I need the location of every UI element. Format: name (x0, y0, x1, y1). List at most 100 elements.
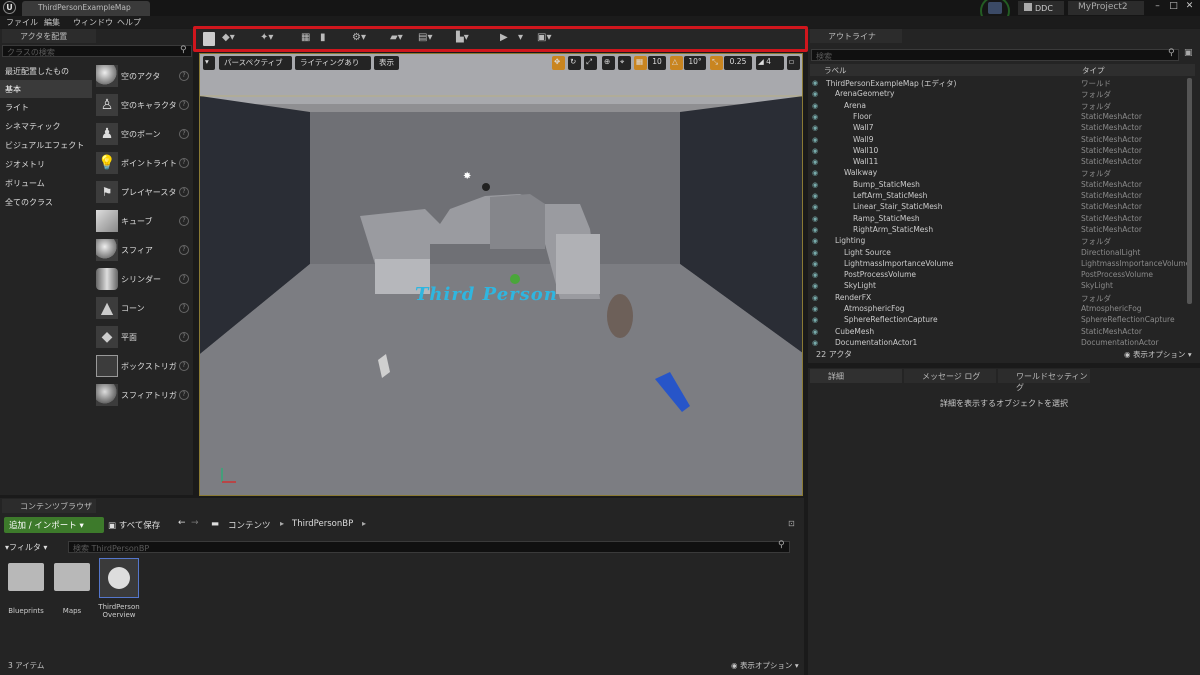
minimize-button[interactable]: – (1150, 1, 1165, 13)
world-local-icon[interactable]: ⊕ (602, 56, 615, 70)
asset-blueprints[interactable]: Blueprints (4, 607, 48, 615)
help-icon[interactable]: ? (179, 303, 189, 313)
visibility-eye-icon[interactable]: ◉ (812, 90, 818, 98)
breadcrumb-thirdpersonbp[interactable]: ThirdPersonBP (292, 519, 353, 529)
translate-tool-icon[interactable]: ✥ (552, 56, 565, 70)
asset-thirdperson-overview[interactable]: ThirdPerson Overview (97, 603, 141, 619)
outliner-row[interactable]: ◉ ArenaGeometry フォルダ (812, 89, 1194, 100)
category-volumes[interactable]: ボリューム (0, 174, 92, 192)
content-view-options[interactable]: ◉ 表示オプション ▾ (731, 660, 799, 671)
visibility-eye-icon[interactable]: ◉ (812, 215, 818, 223)
rotation-snap-icon[interactable]: △ (670, 56, 683, 70)
visibility-eye-icon[interactable]: ◉ (812, 237, 818, 245)
outliner-row[interactable]: ◉ Floor StaticMeshActor (812, 112, 1194, 123)
visibility-eye-icon[interactable]: ◉ (812, 102, 818, 110)
visibility-eye-icon[interactable]: ◉ (812, 282, 818, 290)
outliner-row[interactable]: ◉ RightArm_StaticMesh StaticMeshActor (812, 225, 1194, 236)
maximize-button[interactable]: □ (1166, 1, 1181, 13)
visibility-eye-icon[interactable]: ◉ (812, 136, 818, 144)
visibility-eye-icon[interactable]: ◉ (812, 79, 818, 87)
visibility-eye-icon[interactable]: ◉ (812, 147, 818, 155)
scale-snap-icon[interactable]: ⤡ (710, 56, 723, 70)
grid-snap-value[interactable]: 10 (648, 56, 666, 70)
forward-icon[interactable]: → (191, 518, 199, 528)
outliner-row[interactable]: ◉ RenderFX フォルダ (812, 293, 1194, 304)
outliner-view-options[interactable]: ◉ 表示オプション ▾ (1124, 349, 1192, 360)
perspective-button[interactable]: パースペクティブ (219, 56, 292, 70)
visibility-eye-icon[interactable]: ◉ (812, 339, 818, 347)
menu-edit[interactable]: 編集 (44, 17, 60, 28)
visibility-eye-icon[interactable]: ◉ (812, 294, 818, 302)
outliner-row[interactable]: ◉ Ramp_StaticMesh StaticMeshActor (812, 214, 1194, 225)
help-icon[interactable]: ? (179, 129, 189, 139)
close-button[interactable]: ✕ (1182, 1, 1197, 13)
content-search-input[interactable]: 検索 ThirdPersonBP (68, 541, 790, 553)
outliner-row[interactable]: ◉ Walkway フォルダ (812, 168, 1194, 179)
help-icon[interactable]: ? (179, 100, 189, 110)
ddc-indicator[interactable]: DDC (1018, 1, 1064, 15)
visibility-eye-icon[interactable]: ◉ (812, 203, 818, 211)
rotate-tool-icon[interactable]: ↻ (568, 56, 581, 70)
outliner-scrollbar[interactable] (1187, 78, 1192, 304)
tab-details[interactable]: 詳細 (810, 369, 902, 383)
scale-snap-value[interactable]: 0.25 (724, 56, 752, 70)
category-visual-effects[interactable]: ビジュアルエフェクト (0, 136, 92, 154)
visibility-eye-icon[interactable]: ◉ (812, 181, 818, 189)
category-basic[interactable]: 基本 (0, 80, 92, 98)
actor-point-light[interactable]: 💡 ポイントライト? (94, 150, 192, 179)
column-label-header[interactable]: ラベル (824, 65, 847, 76)
help-icon[interactable]: ? (179, 187, 189, 197)
category-all-classes[interactable]: 全てのクラス (0, 193, 92, 211)
breadcrumb-content[interactable]: コンテンツ (228, 519, 271, 531)
outliner-row[interactable]: ◉ Wall10 StaticMeshActor (812, 146, 1194, 157)
outliner-row[interactable]: ◉ DocumentationActor1 DocumentationActor (812, 338, 1194, 349)
scale-tool-icon[interactable]: ⤢ (584, 56, 597, 70)
category-geometry[interactable]: ジオメトリ (0, 155, 92, 173)
visibility-eye-icon[interactable]: ◉ (812, 316, 818, 324)
viewport-options-button[interactable]: ▾ (203, 56, 215, 70)
content-browser-tab[interactable]: コンテンツブラウザ (2, 499, 96, 513)
outliner-row[interactable]: ◉ SkyLight SkyLight (812, 281, 1194, 292)
actor-empty-actor[interactable]: 空のアクタ? (94, 63, 192, 92)
outliner-row[interactable]: ◉ Wall7 StaticMeshActor (812, 123, 1194, 134)
actor-empty-pawn[interactable]: ♟ 空のポーン? (94, 121, 192, 150)
outliner-row[interactable]: ◉ AtmosphericFog AtmosphericFog (812, 304, 1194, 315)
outliner-row[interactable]: ◉ LightmassImportanceVolume LightmassImpor… (812, 259, 1194, 270)
outliner-row[interactable]: ◉ Bump_StaticMesh StaticMeshActor (812, 180, 1194, 191)
menu-window[interactable]: ウィンドウ (73, 17, 113, 28)
actor-cone[interactable]: ▲ コーン? (94, 295, 192, 324)
lock-icon[interactable]: ⊡ (788, 519, 795, 528)
source-control-icon[interactable] (988, 2, 1002, 14)
category-recent[interactable]: 最近配置したもの (0, 62, 92, 80)
menu-help[interactable]: ヘルプ (117, 17, 141, 28)
back-icon[interactable]: ← (178, 518, 186, 528)
show-button[interactable]: 表示 (374, 56, 399, 70)
outliner-row[interactable]: ◉ Light Source DirectionalLight (812, 248, 1194, 259)
help-icon[interactable]: ? (179, 216, 189, 226)
category-lights[interactable]: ライト (0, 98, 92, 116)
surface-snap-icon[interactable]: ⌖ (618, 56, 631, 70)
asset-maps[interactable]: Maps (50, 607, 94, 615)
folder-icon[interactable] (8, 563, 44, 591)
column-type-header[interactable]: タイプ (1082, 65, 1105, 76)
visibility-eye-icon[interactable]: ◉ (812, 124, 818, 132)
outliner-row[interactable]: ◉ Wall9 StaticMeshActor (812, 135, 1194, 146)
help-icon[interactable]: ? (179, 332, 189, 342)
map-tab[interactable]: ThirdPersonExampleMap (22, 1, 150, 16)
tab-message-log[interactable]: メッセージ ログ (904, 369, 996, 383)
filter-button[interactable]: ▾フィルタ ▾ (5, 542, 47, 553)
grid-snap-icon[interactable]: ▦ (634, 56, 647, 70)
lighting-mode-button[interactable]: ライティングあり (295, 56, 371, 70)
visibility-eye-icon[interactable]: ◉ (812, 260, 818, 268)
actor-cube[interactable]: キューブ? (94, 208, 192, 237)
category-cinematic[interactable]: シネマティック (0, 117, 92, 135)
help-icon[interactable]: ? (179, 361, 189, 371)
visibility-eye-icon[interactable]: ◉ (812, 169, 818, 177)
view-options-icon[interactable]: ▣ (1184, 48, 1193, 58)
visibility-eye-icon[interactable]: ◉ (812, 192, 818, 200)
overview-thumbnail[interactable] (99, 558, 139, 598)
outliner-row[interactable]: ◉ Lighting フォルダ (812, 236, 1194, 247)
add-import-button[interactable]: 追加 / インポート ▾ (4, 517, 104, 533)
level-viewport[interactable]: ✸ Third Person ▾ パースペクティブ ライティングあり 表示 ✥ … (199, 53, 803, 496)
outliner-row[interactable]: ◉ LeftArm_StaticMesh StaticMeshActor (812, 191, 1194, 202)
